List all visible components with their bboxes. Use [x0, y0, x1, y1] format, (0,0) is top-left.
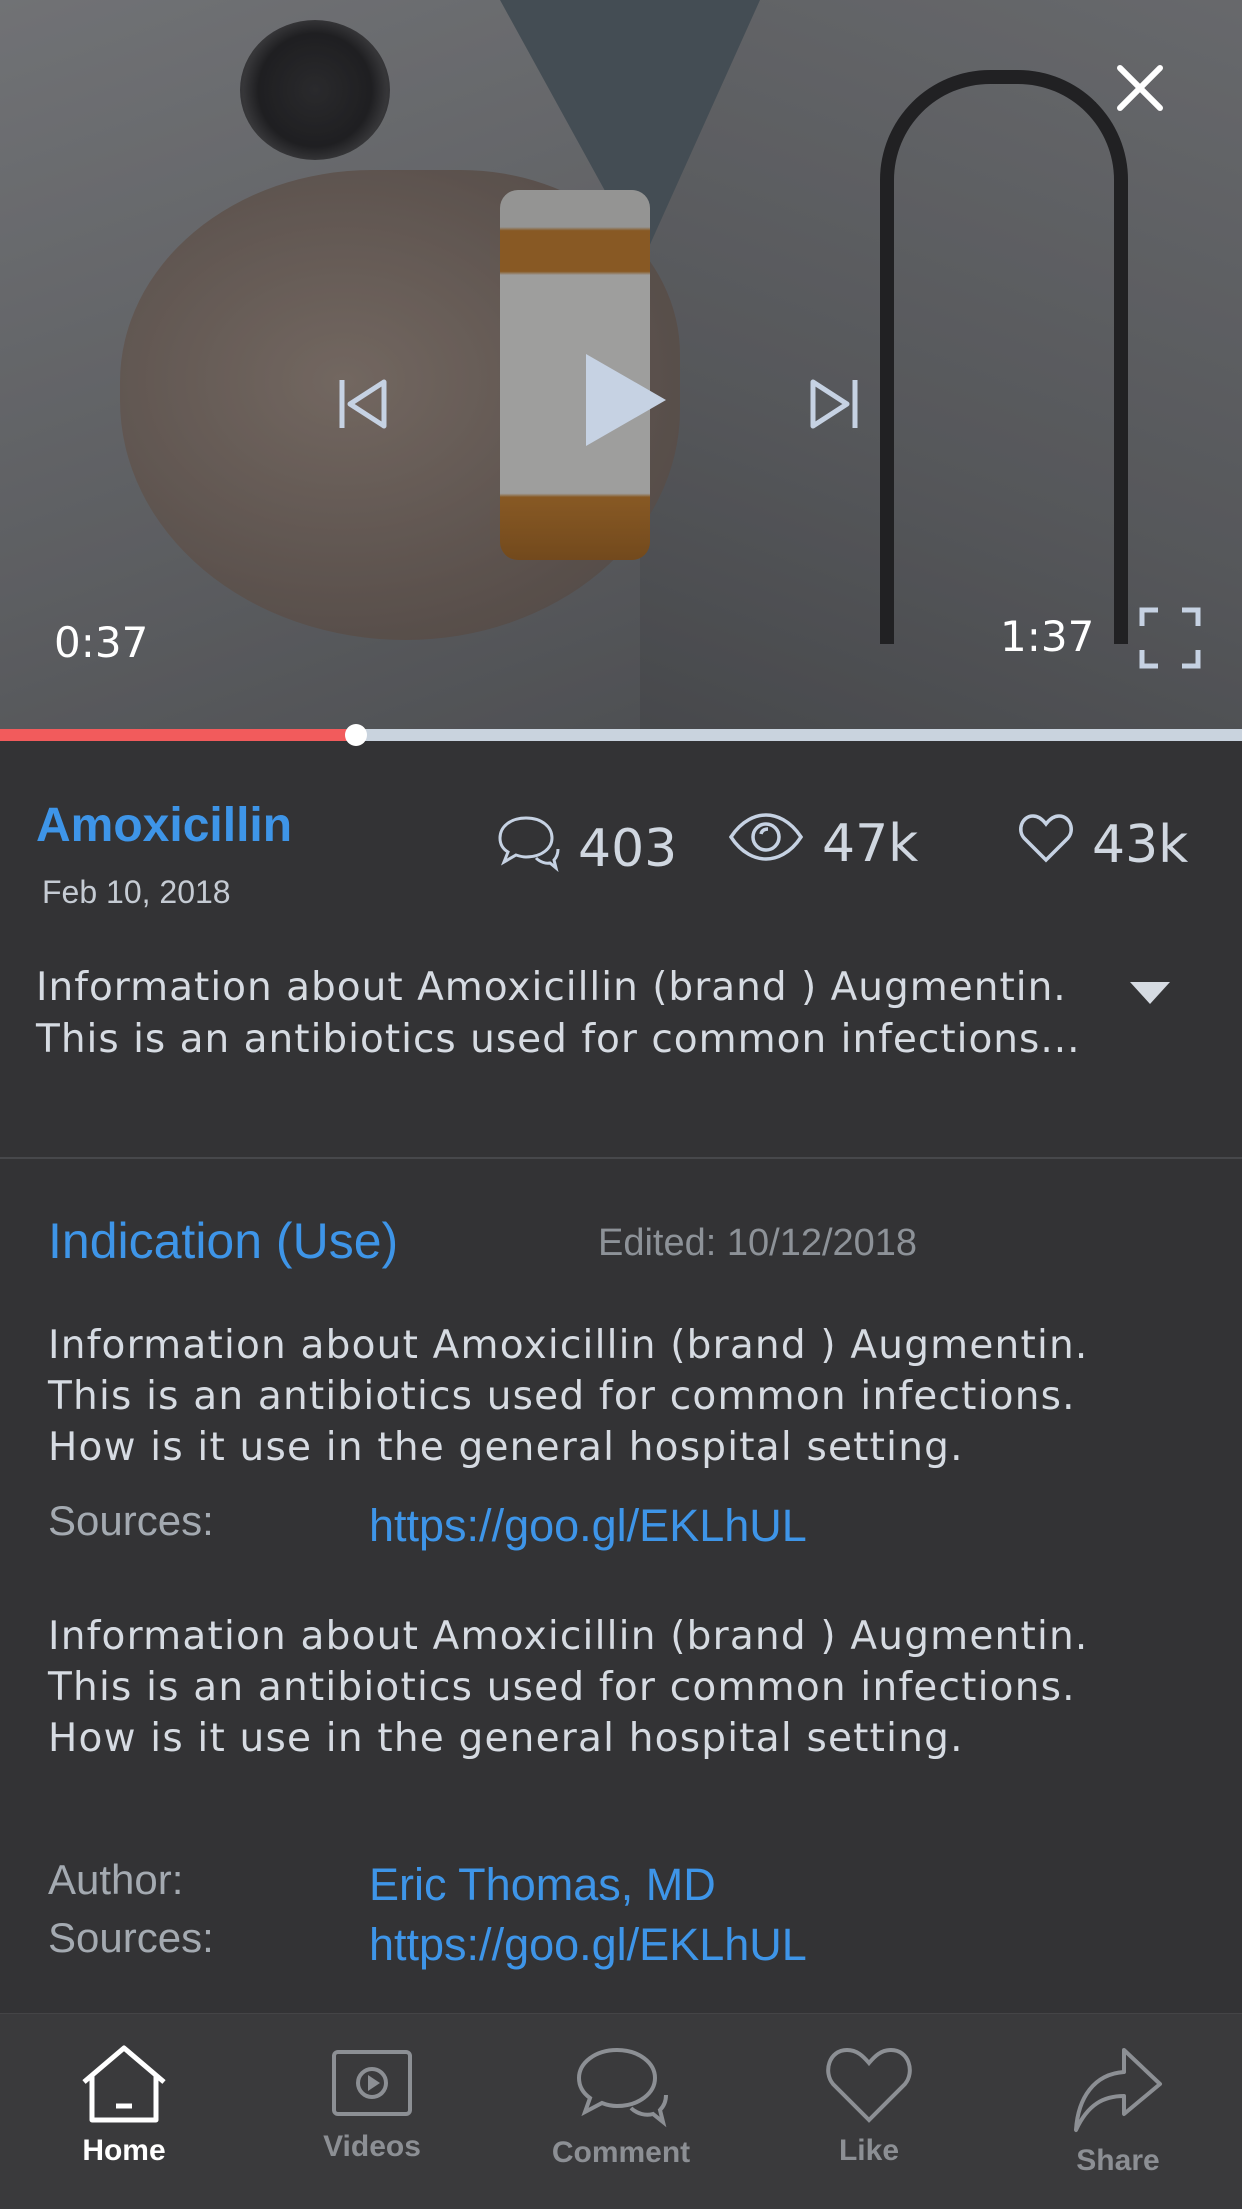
home-icon	[82, 2045, 166, 2123]
tab-label: Videos	[323, 2130, 421, 2163]
comment-icon	[496, 812, 578, 885]
description-line: Information about Amoxicillin (brand ) A…	[36, 965, 1067, 1010]
source-link[interactable]: https://goo.gl/EKLhUL	[369, 1919, 807, 1971]
sources-label: Sources:	[48, 1497, 214, 1544]
post-description: Information about Amoxicillin (brand ) A…	[36, 962, 1116, 1066]
close-icon[interactable]	[1110, 58, 1170, 118]
bottom-tab-bar: Home Videos Comment Like Share	[0, 2013, 1242, 2209]
section-divider	[0, 1157, 1242, 1159]
paragraph-line: This is an antibiotics used for common i…	[48, 1374, 1076, 1419]
eye-icon	[728, 812, 822, 875]
like-count-value: 43k	[1092, 814, 1189, 875]
paragraph-line: How is it use in the general hospital se…	[48, 1425, 964, 1470]
tab-label: Comment	[551, 2136, 691, 2169]
video-progress-knob[interactable]	[345, 724, 368, 746]
source-link[interactable]: https://goo.gl/EKLhUL	[369, 1500, 807, 1552]
video-progress-bar[interactable]	[0, 724, 1242, 746]
comment-count[interactable]: 403	[496, 812, 677, 885]
share-icon	[1074, 2048, 1162, 2132]
paragraph-line: Information about Amoxicillin (brand ) A…	[48, 1323, 1089, 1368]
tab-label: Home	[82, 2134, 166, 2167]
tab-comment[interactable]: Comment	[497, 2014, 745, 2209]
author-link[interactable]: Eric Thomas, MD	[369, 1859, 716, 1911]
play-icon[interactable]	[580, 350, 670, 450]
view-count: 47k	[728, 812, 918, 875]
previous-icon[interactable]	[332, 374, 392, 434]
tab-label: Share	[1076, 2144, 1160, 2177]
like-count[interactable]: 43k	[1018, 812, 1188, 877]
heart-icon	[1018, 812, 1092, 877]
post-date: Feb 10, 2018	[42, 874, 231, 910]
comment-icon	[576, 2047, 668, 2128]
sources-label: Sources:	[48, 1914, 214, 1961]
video-icon	[332, 2050, 412, 2116]
video-player[interactable]: 0:37 1:37	[0, 0, 1242, 730]
comment-count-value: 403	[578, 818, 678, 879]
video-progress-fill	[0, 729, 357, 741]
next-icon[interactable]	[805, 374, 865, 434]
tab-like[interactable]: Like	[745, 2014, 993, 2209]
paragraph-line: Information about Amoxicillin (brand ) A…	[48, 1614, 1089, 1659]
paragraph-line: How is it use in the general hospital se…	[48, 1716, 964, 1761]
description-line: This is an antibiotics used for common i…	[36, 1017, 1081, 1062]
section-paragraph: Information about Amoxicillin (brand ) A…	[48, 1611, 1208, 1764]
view-count-value: 47k	[822, 813, 919, 874]
post-title: Amoxicillin	[36, 799, 293, 852]
current-time: 0:37	[54, 618, 149, 667]
video-duration: 1:37	[1000, 612, 1095, 661]
heart-icon	[826, 2047, 912, 2123]
tab-label: Like	[838, 2134, 900, 2167]
fullscreen-icon[interactable]	[1138, 606, 1202, 670]
edited-date: Edited: 10/12/2018	[598, 1222, 918, 1264]
section-paragraph: Information about Amoxicillin (brand ) A…	[48, 1320, 1208, 1473]
tab-videos[interactable]: Videos	[248, 2014, 496, 2209]
author-label: Author:	[48, 1856, 184, 1903]
tab-share[interactable]: Share	[994, 2014, 1242, 2209]
paragraph-line: This is an antibiotics used for common i…	[48, 1665, 1076, 1710]
tab-home[interactable]: Home	[0, 2014, 248, 2209]
expand-description-icon[interactable]	[1128, 980, 1172, 1006]
section-title: Indication (Use)	[48, 1213, 399, 1269]
